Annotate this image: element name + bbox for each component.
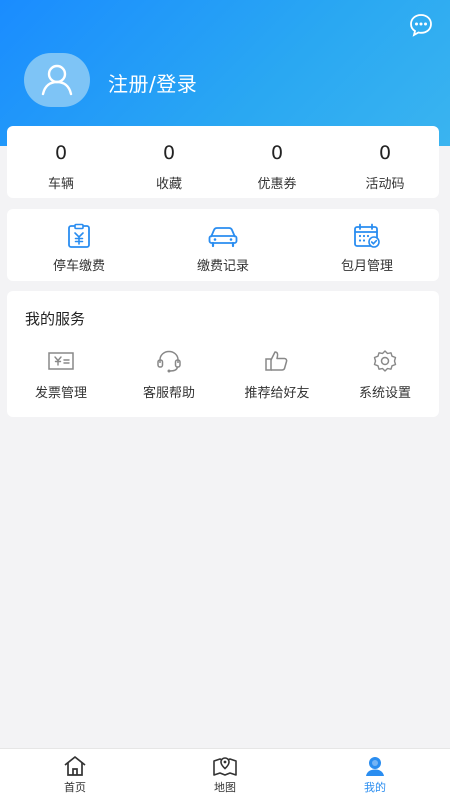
tab-label: 我的 [364, 781, 386, 794]
stat-label: 收藏 [155, 177, 182, 192]
stat-value: 0 [378, 142, 392, 164]
section-title: 我的服务 [25, 310, 86, 328]
monthly-management-button[interactable]: 包月管理 [295, 209, 439, 281]
stat-value: 0 [270, 142, 284, 164]
profile-icon [366, 757, 384, 776]
quick-action-label: 停车缴费 [52, 259, 105, 274]
service-label: 系统设置 [358, 386, 411, 401]
parking-payment-button[interactable]: 停车缴费 [7, 209, 151, 281]
stat-label: 活动码 [365, 177, 405, 192]
car-icon [208, 227, 238, 248]
profile-header: 注册/登录 [0, 0, 450, 146]
user-avatar-icon [41, 64, 73, 96]
avatar[interactable] [24, 53, 90, 107]
stat-value: 0 [162, 142, 176, 164]
tab-map[interactable]: 地图 [150, 749, 300, 800]
service-label: 客服帮助 [142, 386, 195, 401]
stat-vehicles[interactable]: 0 车辆 [7, 126, 115, 198]
thumbs-up-icon [265, 351, 288, 371]
tab-label: 首页 [64, 781, 86, 794]
map-icon [213, 757, 237, 776]
stat-label: 车辆 [47, 177, 74, 192]
tab-home[interactable]: 首页 [0, 749, 150, 800]
message-button[interactable] [408, 12, 434, 38]
service-label: 发票管理 [34, 386, 87, 401]
parking-payment-icon [68, 223, 90, 248]
stat-favorites[interactable]: 0 收藏 [115, 126, 223, 198]
chat-bubble-icon [410, 14, 432, 37]
quick-action-label: 包月管理 [340, 259, 393, 274]
stat-label: 优惠券 [257, 177, 297, 192]
tab-label: 地图 [214, 781, 236, 794]
gear-icon [373, 350, 397, 372]
bottom-tab-bar: 首页 地图 我的 [0, 748, 450, 800]
system-settings-button[interactable]: 系统设置 [331, 349, 439, 401]
customer-support-button[interactable]: 客服帮助 [115, 349, 223, 401]
quick-action-label: 缴费记录 [196, 259, 249, 274]
tab-mine[interactable]: 我的 [300, 749, 450, 800]
stat-activity-codes[interactable]: 0 活动码 [331, 126, 439, 198]
stats-card: 0 车辆 0 收藏 0 优惠券 0 活动码 [7, 126, 439, 198]
invoice-management-button[interactable]: 发票管理 [7, 349, 115, 401]
service-label: 推荐给好友 [244, 386, 310, 401]
quick-actions-card: 停车缴费 缴费记录 包月管理 [7, 209, 439, 281]
home-icon [64, 756, 86, 776]
calendar-check-icon [354, 223, 380, 248]
stat-coupons[interactable]: 0 优惠券 [223, 126, 331, 198]
payment-records-button[interactable]: 缴费记录 [151, 209, 295, 281]
login-register-link[interactable]: 注册/登录 [108, 68, 197, 97]
my-services-card: 我的服务 发票管理 客服帮助 推荐给好友 系统设置 [7, 291, 439, 417]
headset-icon [157, 350, 181, 373]
stat-value: 0 [54, 142, 68, 164]
recommend-friend-button[interactable]: 推荐给好友 [223, 349, 331, 401]
invoice-icon [48, 352, 74, 370]
